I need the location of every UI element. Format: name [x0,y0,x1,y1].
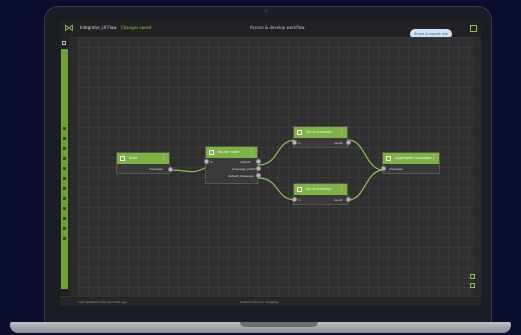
port-label: result [334,141,343,145]
node-menu-icon[interactable]: ⋮ [249,147,254,158]
laptop-base [10,322,511,333]
node-send-top-header[interactable]: Send message ⋮ [294,127,347,138]
port-label: default [240,160,251,164]
zoom-in-icon[interactable] [470,274,475,279]
output-port[interactable] [256,173,261,178]
node-menu-icon[interactable]: ⋮ [339,184,344,195]
node-start-header[interactable]: Start ⋮ [117,153,169,164]
message-icon [297,130,302,135]
node-aggregate-header[interactable]: Aggregate messages ⋮ [383,153,439,164]
node-send-bottom[interactable]: Send message ⋮ in result [292,183,351,205]
laptop-notch [240,322,318,327]
app-screen: ⋈ Integrator_UI Flow Changes saved Acces… [60,20,481,306]
input-port[interactable] [204,159,209,164]
output-port[interactable] [168,167,173,172]
node-aggregate[interactable]: Aggregate messages ⋮ message [381,152,440,174]
node-router-header[interactable]: Router node ⋮ [206,147,257,158]
node-send-top[interactable]: Send message ⋮ in result [292,126,351,148]
node-menu-icon[interactable]: ⋮ [339,127,344,138]
port-label: result [334,198,343,202]
edge-router-bottom [257,177,297,201]
node-aggregate-title: Aggregate messages [395,156,432,160]
start-icon [120,156,125,161]
aggregate-icon [386,156,391,161]
node-send-bottom-title: Send message [306,187,332,191]
router-icon [209,150,214,155]
webcam [264,9,268,13]
edge-start-router [169,167,206,173]
edge-top-end [347,139,383,171]
node-send-top-title: Send message [306,130,332,134]
node-router-title: Router node [218,150,240,154]
node-menu-icon[interactable]: ⋮ [161,153,166,164]
output-port[interactable] [256,159,261,164]
input-port[interactable] [292,197,297,202]
port-label: in [298,141,301,145]
node-send-bottom-header[interactable]: Send message ⋮ [294,184,347,195]
output-port[interactable] [256,166,261,171]
node-start[interactable]: Start ⋮ message [116,152,173,174]
port-label: message [149,167,163,171]
status-left: Last updated a few seconds ago [78,300,127,304]
output-port[interactable] [346,197,351,202]
input-port[interactable] [292,140,297,145]
zoom-out-icon[interactable] [470,283,475,288]
edge-router-top [257,139,297,166]
node-start-title: Start [129,156,138,160]
status-bar: Last updated a few seconds ago Select no… [60,296,481,306]
port-label: default_message [228,174,254,178]
node-menu-icon[interactable]: ⋮ [431,153,436,164]
status-middle: Select nodes by dragging [240,300,279,304]
port-label: in [298,198,301,202]
port-label: message [389,167,403,171]
port-label: in [210,160,213,164]
message-icon [297,187,302,192]
input-port[interactable] [381,166,386,171]
node-router[interactable]: Router node ⋮ in default message_matched… [204,146,261,184]
output-port[interactable] [346,140,351,145]
edge-bottom-end [347,169,383,201]
